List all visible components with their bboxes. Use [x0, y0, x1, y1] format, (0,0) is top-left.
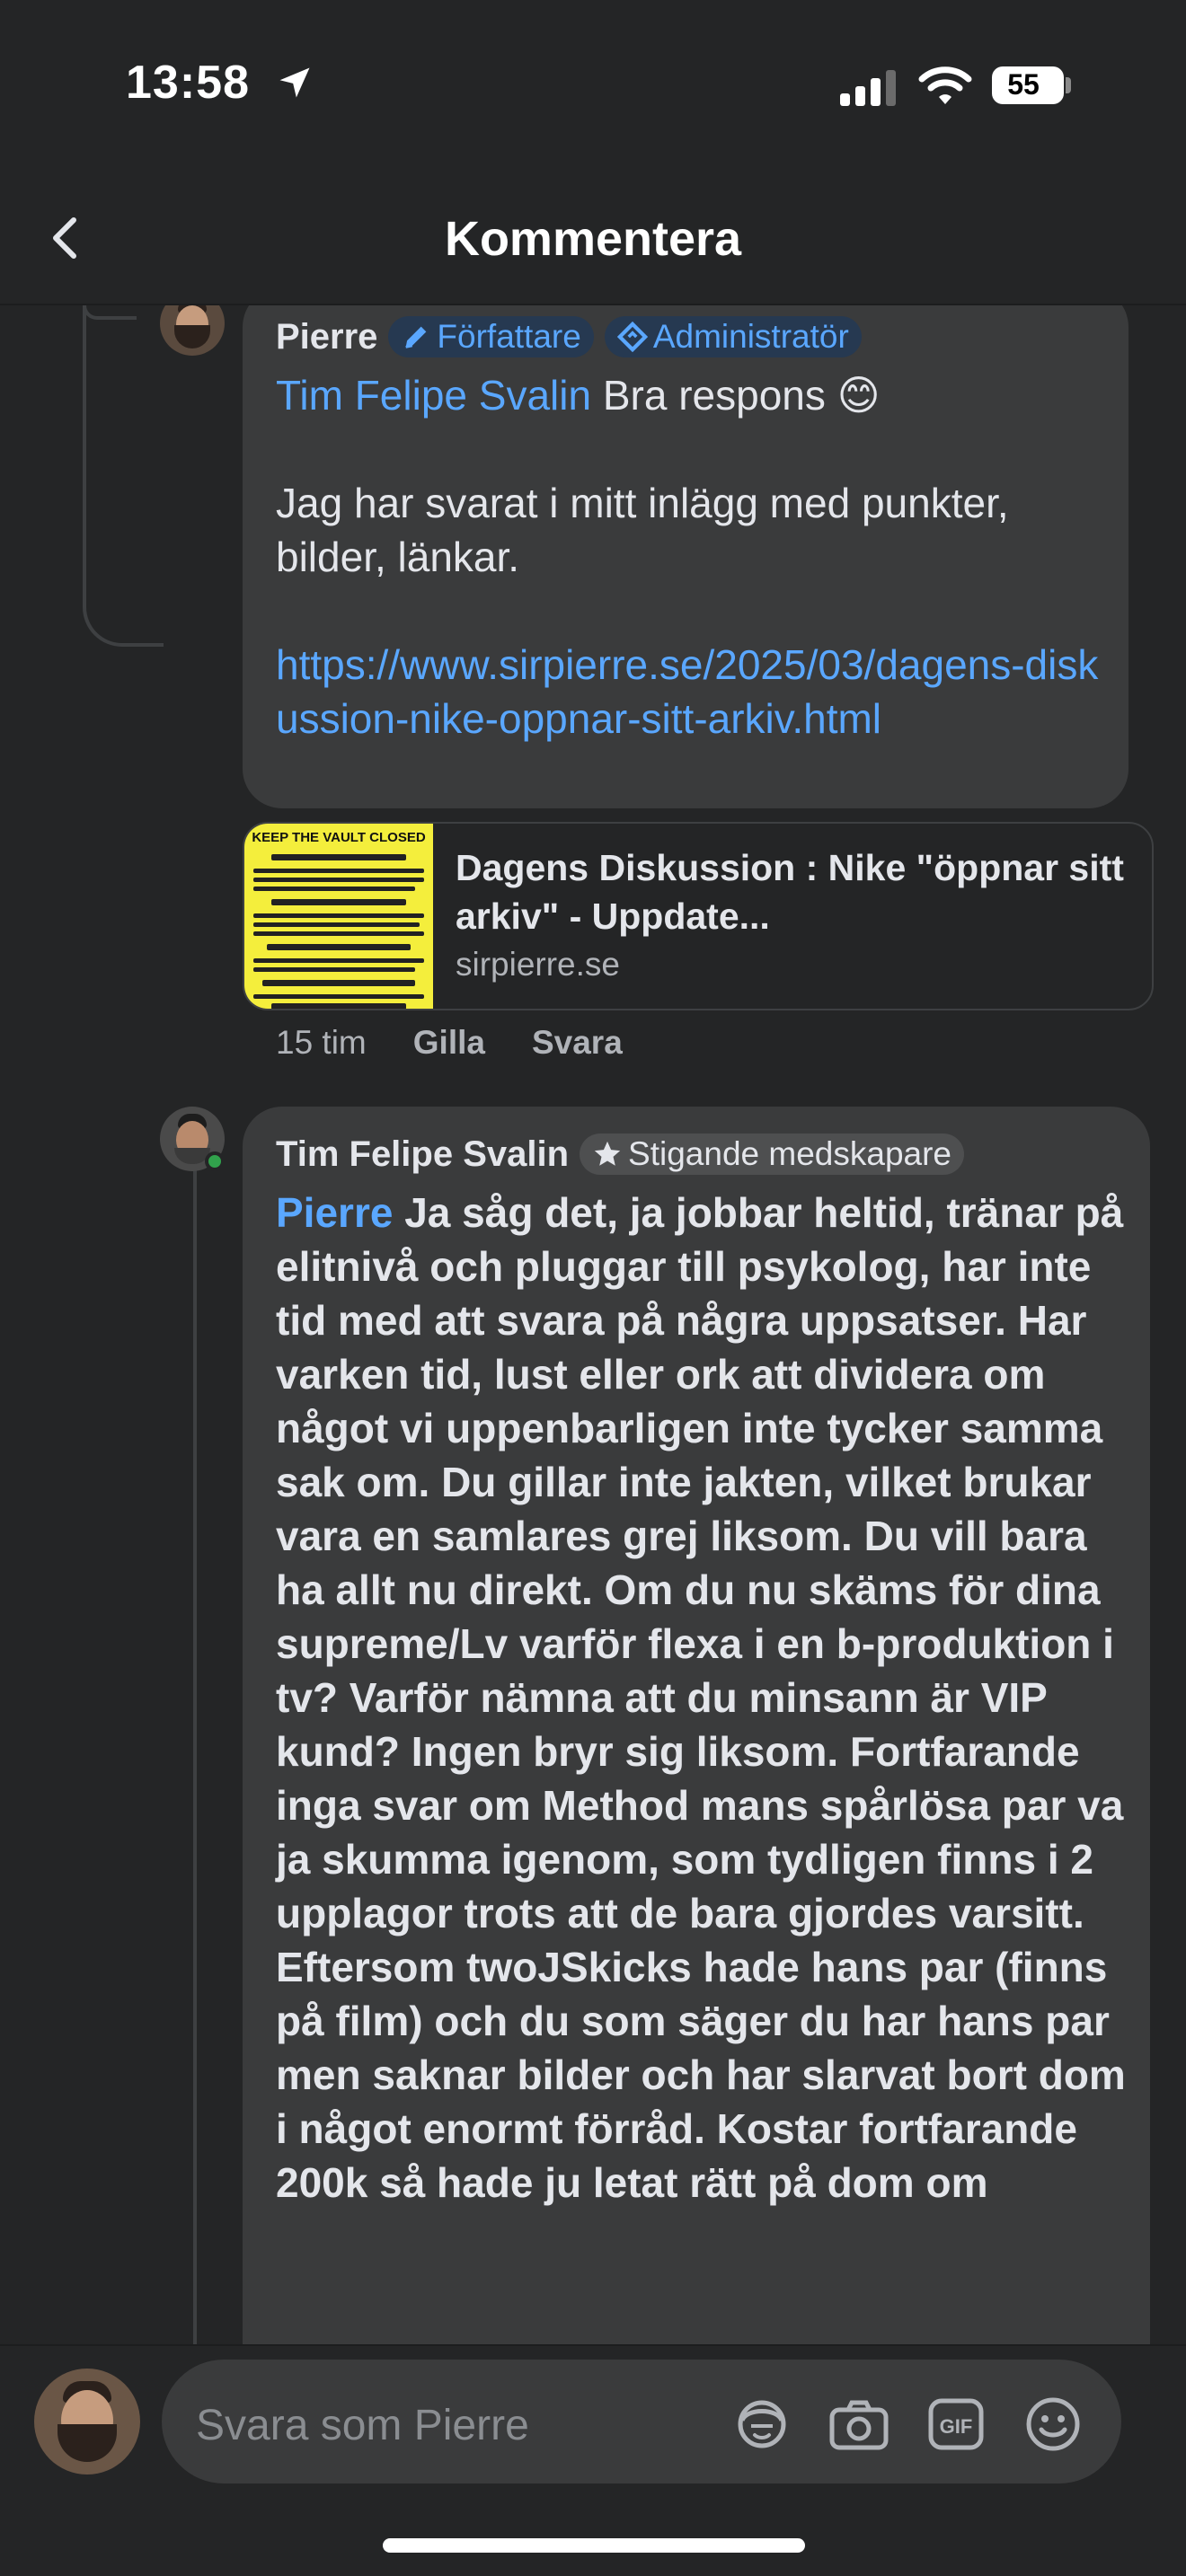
thread-connector	[83, 305, 164, 647]
battery-nub	[1066, 77, 1071, 93]
comment-timestamp: 15 tim	[276, 1024, 367, 1061]
author-badge: Författare	[388, 316, 594, 357]
comment-author[interactable]: Pierre	[276, 317, 377, 357]
status-bar: 13:58 55	[0, 0, 1186, 175]
page-title: Kommentera	[444, 212, 742, 266]
battery-level: 55	[1007, 68, 1040, 101]
avatar-sticker-icon[interactable]	[730, 2395, 794, 2453]
admin-badge: Administratör	[604, 316, 862, 357]
comment-actions: 15 tim Gilla Svara	[276, 1024, 623, 1062]
comments-screen: 13:58 55 Kommentera Pierre Författare Ad…	[0, 0, 1186, 2576]
svg-text:GIF: GIF	[940, 2415, 973, 2438]
status-time: 13:58	[126, 57, 250, 109]
comment-header: Tim Felipe Svalin Stigande medskapare	[276, 1134, 965, 1175]
battery-icon: 55	[992, 66, 1064, 104]
online-status-indicator	[205, 1151, 225, 1171]
reply-button[interactable]: Svara	[532, 1024, 623, 1062]
cellular-signal-icon	[840, 65, 896, 106]
comment-author[interactable]: Tim Felipe Svalin	[276, 1134, 569, 1175]
emoji-icon[interactable]	[1021, 2395, 1085, 2453]
mention-link[interactable]: Pierre	[276, 1189, 393, 1236]
reply-input-placeholder: Svara som Pierre	[196, 2402, 529, 2449]
reply-input[interactable]: Svara som Pierre GIF	[162, 2360, 1121, 2483]
comment-paragraph: Jag har svarat i mitt inlägg med punkter…	[276, 480, 1021, 580]
admin-diamond-icon	[616, 322, 648, 352]
thread-connector	[193, 1168, 197, 2344]
comment-body: Tim Felipe Svalin Bra respons 😊	[276, 368, 1102, 422]
comment-body: Pierre Ja såg det, ja jobbar heltid, trä…	[276, 1186, 1129, 2210]
admin-badge-label: Administratör	[652, 318, 849, 355]
comment-text: Ja såg det, ja jobbar heltid, tränar på …	[276, 1189, 1137, 2206]
comment-thread: Pierre Författare Administratör Tim Feli…	[0, 305, 1186, 2344]
mention-link[interactable]: Tim Felipe Svalin	[276, 372, 591, 419]
link-preview-card[interactable]: KEEP THE VAULT CLOSED Dagens Diskussion …	[243, 822, 1154, 1010]
header-bar: Kommentera	[0, 175, 1186, 305]
contributor-badge-label: Stigande medskapare	[628, 1135, 952, 1172]
current-user-avatar	[34, 2369, 140, 2475]
wifi-icon	[918, 66, 972, 104]
pencil-icon	[405, 326, 427, 348]
author-badge-label: Författare	[437, 318, 581, 355]
location-arrow-icon	[279, 67, 310, 98]
link-preview-domain: sirpierre.se	[456, 946, 620, 983]
like-button[interactable]: Gilla	[413, 1024, 485, 1062]
comment-text: Bra respons 😊	[591, 372, 881, 419]
avatar[interactable]	[160, 305, 225, 356]
link-preview-thumbnail: KEEP THE VAULT CLOSED	[244, 824, 433, 1009]
gif-icon[interactable]: GIF	[924, 2395, 988, 2453]
thumbnail-title: KEEP THE VAULT CLOSED	[252, 830, 426, 845]
link-preview-title: Dagens Diskussion : Nike "öppnar sitt ar…	[456, 847, 1124, 937]
comment-url[interactable]: https://www.sirpierre.se/2025/03/dagens-…	[276, 638, 1102, 745]
home-indicator[interactable]	[383, 2538, 805, 2553]
contributor-badge: Stigande medskapare	[580, 1134, 965, 1175]
camera-icon[interactable]	[827, 2395, 891, 2453]
star-icon	[594, 1141, 621, 1166]
comment-header: Pierre Författare Administratör	[276, 316, 862, 357]
